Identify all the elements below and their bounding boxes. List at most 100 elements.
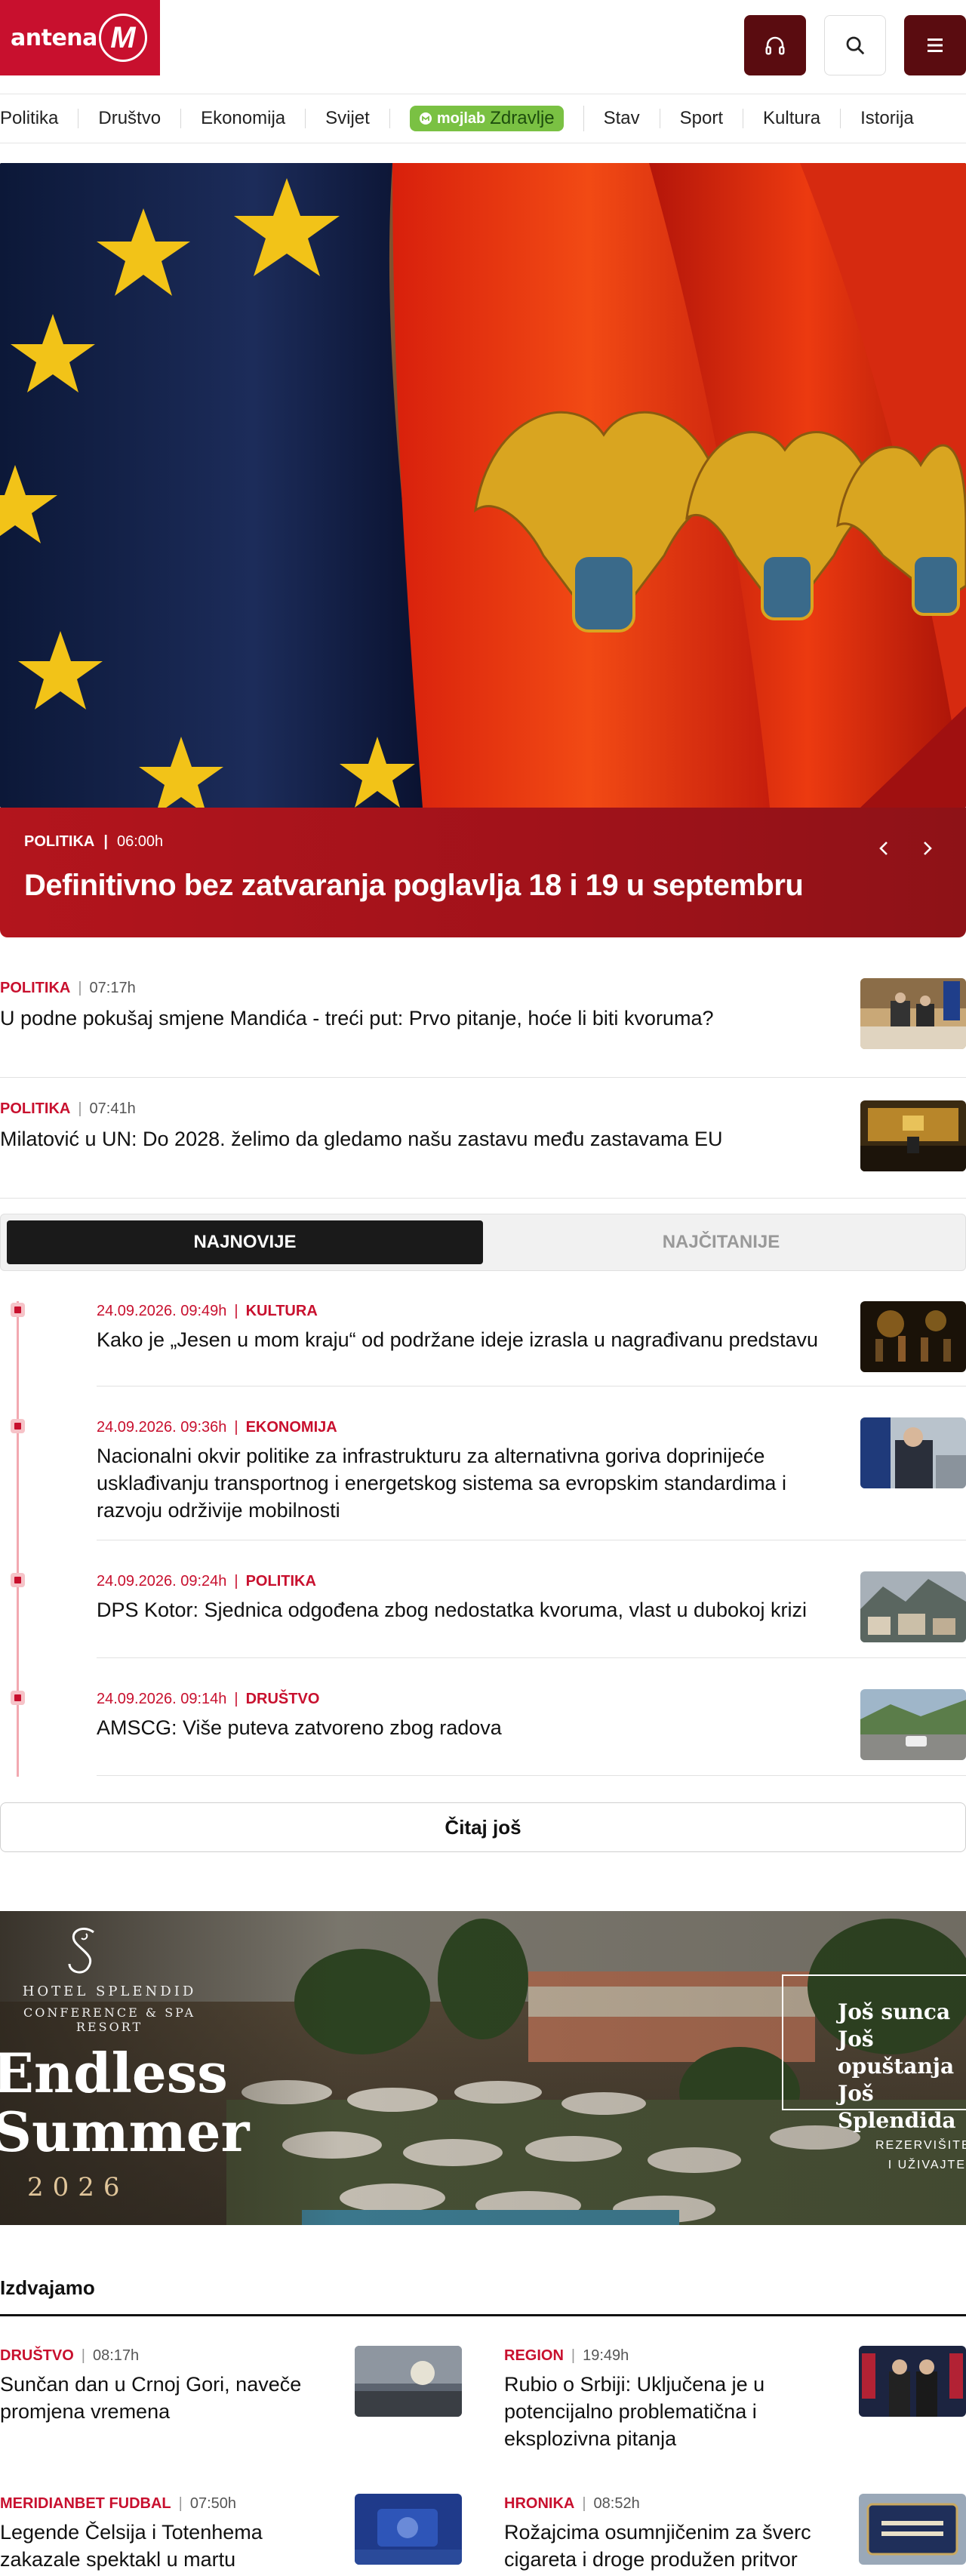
card-thumbnail[interactable] — [355, 2494, 462, 2565]
story-thumbnail[interactable] — [860, 1100, 966, 1171]
search-button[interactable] — [824, 15, 886, 75]
meta-separator: | — [78, 980, 82, 996]
load-more-button[interactable]: Čitaj još — [0, 1802, 966, 1852]
site-header: antena M — [0, 0, 966, 75]
card-thumbnail[interactable] — [859, 2494, 966, 2565]
timeline-datetime: 24.09.2026. 09:14h — [97, 1691, 227, 1707]
featured-card[interactable]: HRONIKA | 08:52h Rožajcima osumnjičenim … — [504, 2494, 966, 2573]
card-title[interactable]: Rubio o Srbiji: Uključena je u potencija… — [504, 2371, 836, 2452]
timeline-marker — [11, 1573, 25, 1587]
mojlab-prefix: mojlab — [436, 110, 486, 127]
nav-item-drustvo[interactable]: Društvo — [78, 109, 182, 128]
nav-item-svijet[interactable]: Svijet — [306, 109, 390, 128]
hero-image-flags — [0, 163, 966, 808]
story-category[interactable]: POLITIKA — [0, 1100, 70, 1118]
ad-brand: HOTEL SPLENDID CONFERENCE & SPA RESORT — [15, 1984, 204, 2034]
slider-prev-button[interactable] — [869, 833, 900, 863]
ad-cta[interactable]: REZERVIŠITE I UŽIVAJTE — [875, 2136, 966, 2175]
ad-brand-line2: CONFERENCE & SPA RESORT — [23, 2005, 195, 2034]
chevron-right-icon — [924, 842, 932, 855]
card-category[interactable]: HRONIKA — [504, 2495, 574, 2513]
featured-card[interactable]: DRUŠTVO | 08:17h Sunčan dan u Crnoj Gori… — [0, 2346, 462, 2425]
timeline-marker — [11, 1691, 25, 1705]
hero-caption[interactable]: POLITIKA | 06:00h Definitivno bez zatvar… — [0, 808, 966, 937]
timeline-title[interactable]: Kako je „Jesen u mom kraju“ od podržane … — [97, 1326, 844, 1353]
nav-item-sport[interactable]: Sport — [660, 109, 744, 128]
card-category[interactable]: MERIDIANBET FUDBAL — [0, 2495, 171, 2513]
story-time: 07:41h — [89, 1100, 136, 1117]
hero-category[interactable]: POLITIKA — [24, 833, 94, 851]
story-category[interactable]: POLITIKA — [0, 980, 70, 997]
news-tabs: NAJNOVIJE NAJČITANIJE — [0, 1214, 966, 1271]
card-category[interactable]: DRUŠTVO — [0, 2347, 74, 2365]
card-title[interactable]: Rožajcima osumnjičenim za šverc cigareta… — [504, 2519, 836, 2573]
meta-separator: | — [234, 1419, 238, 1436]
timeline-title[interactable]: Nacionalni okvir politike za infrastrukt… — [97, 1442, 844, 1524]
menu-button[interactable] — [904, 15, 966, 75]
timeline-title[interactable]: DPS Kotor: Sjednica odgođena zbog nedost… — [97, 1596, 844, 1623]
story-thumbnail[interactable] — [860, 978, 966, 1049]
latest-timeline: 24.09.2026. 09:49h | KULTURA Kako je „Je… — [0, 1271, 966, 1777]
story-meta: POLITIKA | 07:17h — [0, 980, 966, 997]
list-item[interactable]: POLITIKA | 07:17h U podne pokušaj smjene… — [0, 957, 966, 1078]
timeline-category[interactable]: EKONOMIJA — [246, 1419, 337, 1436]
timeline-divider — [97, 1775, 966, 1776]
chevron-left-icon — [879, 842, 888, 855]
logo-mark: M — [98, 14, 147, 62]
meta-separator: | — [234, 1691, 238, 1707]
meta-separator: | — [103, 833, 108, 850]
ad-cta-2: I UŽIVAJTE — [888, 2159, 966, 2171]
card-thumbnail[interactable] — [355, 2346, 462, 2417]
timeline-title[interactable]: AMSCG: Više puteva zatvoreno zbog radova — [97, 1714, 844, 1741]
timeline-datetime: 24.09.2026. 09:36h — [97, 1419, 227, 1436]
hamburger-menu-icon — [928, 38, 943, 52]
timeline-category[interactable]: KULTURA — [246, 1303, 318, 1320]
tab-most-read[interactable]: NAJČITANIJE — [483, 1220, 959, 1264]
section-divider — [0, 2314, 966, 2316]
timeline-thumbnail[interactable] — [860, 1571, 966, 1642]
card-title[interactable]: Legende Čelsija i Totenhema zakazale spe… — [0, 2519, 332, 2573]
timeline-marker — [11, 1419, 25, 1433]
ad-slogan-3: Još Splendida — [838, 2081, 956, 2133]
nav-item-stav[interactable]: Stav — [584, 109, 660, 128]
timeline-category[interactable]: POLITIKA — [246, 1573, 316, 1590]
meta-separator: | — [234, 1303, 238, 1319]
timeline-thumbnail[interactable] — [860, 1417, 966, 1488]
meta-separator: | — [234, 1573, 238, 1590]
ad-slogan-2: Još opuštanja — [838, 2027, 955, 2079]
nav-item-istorija[interactable]: Istorija — [841, 109, 914, 128]
card-thumbnail[interactable] — [859, 2346, 966, 2417]
nav-item-zdravlje[interactable]: mojlab Zdravlje — [390, 106, 584, 131]
story-time: 07:17h — [89, 980, 136, 996]
timeline-divider — [97, 1657, 966, 1658]
hero-title[interactable]: Definitivno bez zatvaranja poglavlja 18 … — [24, 869, 942, 903]
nav-item-kultura[interactable]: Kultura — [743, 109, 841, 128]
story-title[interactable]: Milatović u UN: Do 2028. želimo da gleda… — [0, 1125, 966, 1153]
audio-button[interactable] — [744, 15, 806, 75]
timeline-meta: 24.09.2026. 09:49h | KULTURA — [97, 1303, 844, 1320]
tab-latest[interactable]: NAJNOVIJE — [7, 1220, 483, 1264]
timeline-thumbnail[interactable] — [860, 1301, 966, 1372]
ad-brand-line1: HOTEL SPLENDID — [22, 1984, 197, 1999]
card-title[interactable]: Sunčan dan u Crnoj Gori, naveče promjena… — [0, 2371, 332, 2425]
nav-item-politika[interactable]: Politika — [0, 109, 79, 128]
ad-slogan-1: Još sunca — [838, 1999, 951, 2024]
timeline-meta: 24.09.2026. 09:36h | EKONOMIJA — [97, 1419, 844, 1436]
site-logo[interactable]: antena M — [0, 0, 160, 75]
timeline-thumbnail[interactable] — [860, 1689, 966, 1760]
featured-card[interactable]: REGION | 19:49h Rubio o Srbiji: Uključen… — [504, 2346, 966, 2452]
slider-next-button[interactable] — [912, 833, 942, 863]
hero-slider[interactable] — [0, 163, 966, 808]
featured-card[interactable]: MERIDIANBET FUDBAL | 07:50h Legende Čels… — [0, 2494, 462, 2573]
card-category[interactable]: REGION — [504, 2347, 564, 2365]
timeline-category[interactable]: DRUŠTVO — [246, 1691, 320, 1708]
card-time: 08:52h — [593, 2495, 640, 2512]
timeline-marker — [11, 1303, 25, 1317]
story-meta: POLITIKA | 07:41h — [0, 1100, 966, 1118]
list-item[interactable]: POLITIKA | 07:41h Milatović u UN: Do 202… — [0, 1078, 966, 1199]
ad-slogan-box: Još sunca Još opuštanja Još Splendida — [782, 1974, 966, 2133]
hero-meta: POLITIKA | 06:00h — [24, 833, 942, 851]
timeline-meta: 24.09.2026. 09:24h | POLITIKA — [97, 1573, 844, 1590]
nav-item-ekonomija[interactable]: Ekonomija — [181, 109, 306, 128]
story-title[interactable]: U podne pokušaj smjene Mandića - treći p… — [0, 1005, 966, 1032]
